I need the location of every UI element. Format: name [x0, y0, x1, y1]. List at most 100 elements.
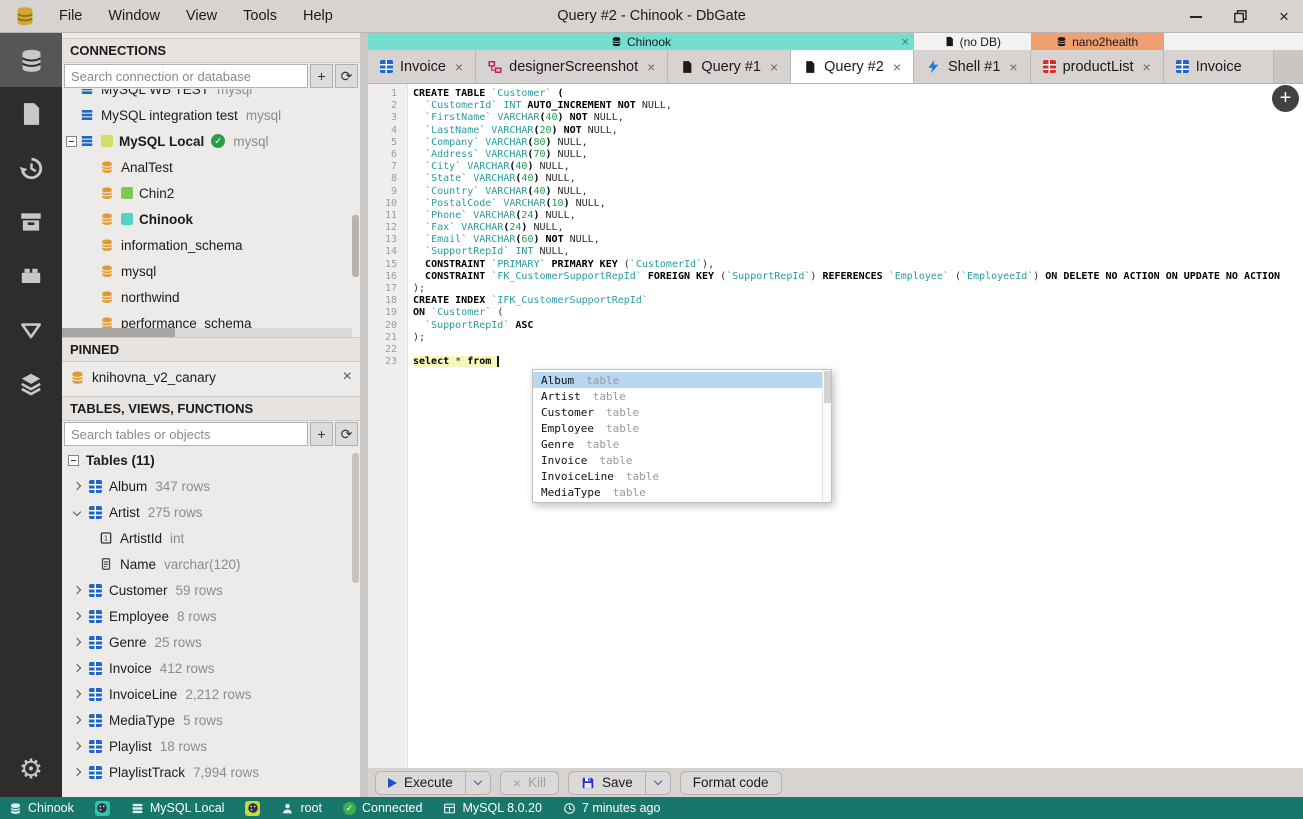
- menu-view[interactable]: View: [173, 0, 230, 33]
- rail-plugins-button[interactable]: [0, 249, 62, 303]
- add-object-button[interactable]: +: [310, 422, 333, 446]
- tab-group-header[interactable]: (no DB): [914, 33, 1031, 50]
- menu-file[interactable]: File: [46, 0, 95, 33]
- chevron-right-icon[interactable]: [72, 663, 82, 673]
- tab-invoice[interactable]: Invoice ×: [368, 50, 477, 83]
- chevron-right-icon[interactable]: [72, 637, 82, 647]
- table-item-customer[interactable]: Customer 59 rows: [62, 577, 360, 603]
- connections-vertical-scrollbar[interactable]: [352, 215, 359, 277]
- menu-tools[interactable]: Tools: [230, 0, 290, 33]
- database-item[interactable]: mysql: [62, 258, 360, 284]
- tables-root-item[interactable]: Tables (11): [62, 447, 360, 473]
- database-item[interactable]: Chinook: [62, 206, 360, 232]
- chevron-right-icon[interactable]: [72, 689, 82, 699]
- tab-invoice[interactable]: Invoice: [1163, 50, 1274, 83]
- table-item-mediatype[interactable]: MediaType 5 rows: [62, 707, 360, 733]
- code-line-6[interactable]: `Address` VARCHAR(70) NULL,: [413, 149, 1303, 161]
- execute-dropdown-button[interactable]: [464, 770, 491, 795]
- status-connected[interactable]: ✓ Connected: [343, 801, 422, 815]
- code-line-17[interactable]: );: [413, 283, 1303, 295]
- rail-query-designer-button[interactable]: [0, 303, 62, 357]
- chevron-right-icon[interactable]: [72, 585, 82, 595]
- code-line-19[interactable]: ON `Customer` (: [413, 307, 1303, 319]
- close-tab-button[interactable]: ×: [455, 59, 463, 75]
- autocomplete-item-genre[interactable]: Genre table: [533, 436, 831, 452]
- status-color-chip[interactable]: [245, 800, 261, 816]
- close-group-button[interactable]: ×: [901, 34, 909, 49]
- code-line-7[interactable]: `City` VARCHAR(40) NULL,: [413, 161, 1303, 173]
- database-item[interactable]: northwind: [62, 284, 360, 310]
- table-item-playlist[interactable]: Playlist 18 rows: [62, 733, 360, 759]
- connection-item[interactable]: MySQL WB TEST mysql: [62, 89, 360, 102]
- column-item-name[interactable]: Name varchar(120): [62, 551, 360, 577]
- save-button[interactable]: Save: [567, 770, 645, 795]
- code-line-18[interactable]: CREATE INDEX `IFK_CustomerSupportRepId`: [413, 295, 1303, 307]
- rail-archive-button[interactable]: [0, 195, 62, 249]
- tab-productlist[interactable]: productList ×: [1030, 50, 1164, 83]
- code-line-21[interactable]: );: [413, 332, 1303, 344]
- connection-item[interactable]: MySQL Local ✓ mysql: [62, 128, 360, 154]
- connections-search-input[interactable]: [64, 64, 308, 88]
- connection-item[interactable]: MySQL integration test mysql: [62, 102, 360, 128]
- tables-vertical-scrollbar[interactable]: [352, 453, 359, 583]
- tab-group-header[interactable]: [1163, 33, 1274, 50]
- close-tab-button[interactable]: ×: [647, 59, 655, 75]
- tables-search-input[interactable]: [64, 422, 308, 446]
- connections-horizontal-scrollbar[interactable]: [62, 328, 352, 337]
- status-mysql-local[interactable]: MySQL Local: [131, 801, 224, 815]
- close-tab-button[interactable]: ×: [893, 59, 901, 75]
- column-item-artistid[interactable]: 1 ArtistId int: [62, 525, 360, 551]
- code-area[interactable]: CREATE TABLE `Customer` ( `CustomerId` I…: [408, 84, 1303, 768]
- code-line-8[interactable]: `State` VARCHAR(40) NULL,: [413, 173, 1303, 185]
- autocomplete-item-employee[interactable]: Employee table: [533, 420, 831, 436]
- code-line-22[interactable]: [413, 344, 1303, 356]
- table-item-employee[interactable]: Employee 8 rows: [62, 603, 360, 629]
- status-chinook[interactable]: Chinook: [9, 801, 74, 815]
- code-line-16[interactable]: CONSTRAINT `FK_CustomerSupportRepId` FOR…: [413, 271, 1303, 283]
- format-code-button[interactable]: Format code: [679, 770, 782, 795]
- code-line-14[interactable]: `SupportRepId` INT NULL,: [413, 246, 1303, 258]
- close-tab-button[interactable]: ×: [1009, 59, 1017, 75]
- autocomplete-item-artist[interactable]: Artist table: [533, 388, 831, 404]
- autocomplete-item-invoiceline[interactable]: InvoiceLine table: [533, 468, 831, 484]
- chevron-right-icon[interactable]: [72, 741, 82, 751]
- refresh-connections-button[interactable]: ⟳: [335, 64, 358, 88]
- code-line-11[interactable]: `Phone` VARCHAR(24) NULL,: [413, 210, 1303, 222]
- tab-shell-1[interactable]: Shell #1 ×: [914, 50, 1031, 83]
- table-item-invoiceline[interactable]: InvoiceLine 2,212 rows: [62, 681, 360, 707]
- chevron-right-icon[interactable]: [72, 767, 82, 777]
- kill-button[interactable]: × Kill: [499, 770, 559, 795]
- code-line-13[interactable]: `Email` VARCHAR(60) NOT NULL,: [413, 234, 1303, 246]
- code-line-23[interactable]: select * from: [413, 356, 1303, 368]
- code-line-9[interactable]: `Country` VARCHAR(40) NULL,: [413, 186, 1303, 198]
- collapse-icon[interactable]: [68, 454, 79, 466]
- autocomplete-scrollbar[interactable]: [822, 370, 831, 502]
- tab-group-header[interactable]: nano2health: [1030, 33, 1164, 50]
- rail-cell-data-button[interactable]: [0, 357, 62, 411]
- close-button[interactable]: ×: [1275, 7, 1293, 26]
- refresh-tables-button[interactable]: ⟳: [335, 422, 358, 446]
- autocomplete-item-customer[interactable]: Customer table: [533, 404, 831, 420]
- collapse-icon[interactable]: [65, 135, 77, 147]
- unpin-button[interactable]: ×: [343, 368, 352, 386]
- chevron-down-icon[interactable]: [72, 507, 82, 517]
- code-line-5[interactable]: `Company` VARCHAR(80) NULL,: [413, 137, 1303, 149]
- table-item-playlisttrack[interactable]: PlaylistTrack 7,994 rows: [62, 759, 360, 785]
- rail-settings-button[interactable]: ⚙: [0, 741, 62, 797]
- rail-files-button[interactable]: [0, 87, 62, 141]
- pinned-item[interactable]: knihovna_v2_canary ×: [62, 362, 360, 392]
- new-tab-button[interactable]: +: [1272, 85, 1299, 112]
- chevron-right-icon[interactable]: [72, 715, 82, 725]
- tab-designerscreenshot[interactable]: designerScreenshot ×: [476, 50, 669, 83]
- code-line-12[interactable]: `Fax` VARCHAR(24) NULL,: [413, 222, 1303, 234]
- code-line-10[interactable]: `PostalCode` VARCHAR(10) NULL,: [413, 198, 1303, 210]
- minimize-button[interactable]: [1187, 8, 1205, 26]
- tab-query-2[interactable]: Query #2 ×: [791, 50, 914, 83]
- database-item[interactable]: information_schema: [62, 232, 360, 258]
- code-line-1[interactable]: CREATE TABLE `Customer` (: [413, 88, 1303, 100]
- code-line-2[interactable]: `CustomerId` INT AUTO_INCREMENT NOT NULL…: [413, 100, 1303, 112]
- status-mysql-8-0-20[interactable]: MySQL 8.0.20: [443, 801, 542, 815]
- menu-help[interactable]: Help: [290, 0, 346, 33]
- status-color-chip[interactable]: [94, 800, 110, 816]
- rail-history-button[interactable]: [0, 141, 62, 195]
